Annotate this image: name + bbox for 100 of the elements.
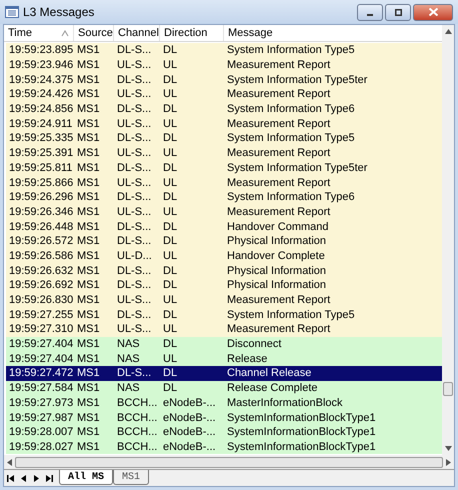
table-row[interactable]: 19:59:25.866 MS1 UL-S... UL Measurement Report	[6, 175, 442, 190]
table-row[interactable]: 19:59:26.586 MS1 UL-D... UL Handover Complete	[6, 248, 442, 264]
table-cell-text: 19:59:27.584	[8, 381, 74, 396]
table-cell-text: 19:59:26.572	[8, 234, 74, 248]
table-row[interactable]: 19:59:27.255 MS1 DL-S... DL System Information Type5	[6, 307, 442, 322]
table-cell-text: DL	[162, 220, 178, 234]
table-cell-text: 19:59:25.391	[8, 146, 74, 160]
table-cell-text: NAS	[116, 352, 141, 366]
table-row[interactable]: 19:59:24.911 MS1 UL-S... UL Measurement Report	[6, 116, 442, 132]
table-cell-text: NAS	[116, 337, 141, 352]
table-row[interactable]: 19:59:24.375 MS1 DL-S... DL System Information Type5ter	[6, 72, 442, 88]
table-cell-text: MS1	[76, 248, 101, 263]
prev-sheet-icon[interactable]	[20, 474, 27, 482]
column-header[interactable]: Direction	[160, 25, 224, 41]
table-row[interactable]: 19:59:27.404 MS1 NAS UL Release	[6, 351, 442, 366]
table-cell-text: MasterInformationBlock	[226, 396, 344, 410]
table-cell-text: Measurement Report	[226, 322, 332, 336]
table-cell-text: MS1	[76, 234, 101, 248]
table-cell-text: SystemInformationBlockType1	[226, 440, 377, 454]
table-cell-text: 19:59:24.426	[8, 87, 74, 102]
table-row[interactable]: 19:59:25.335 MS1 DL-S... DL System Information Type5	[6, 131, 442, 146]
table-row[interactable]: 19:59:27.987 MS1 BCCH... eNodeB-... SystemInformationBlockType1	[6, 410, 442, 425]
scroll-down-icon[interactable]	[444, 446, 452, 451]
table-cell-text: System Information Type5	[226, 43, 356, 58]
column-header[interactable]: Source	[74, 25, 114, 41]
table-cell-text: UL	[162, 176, 178, 190]
table-row[interactable]: 19:59:24.426 MS1 UL-S... UL Measurement Report	[6, 87, 442, 102]
table-cell-text: UL-S...	[116, 146, 152, 160]
table-cell-text: MS1	[76, 440, 101, 454]
table-cell-text: BCCH...	[116, 410, 158, 425]
table-cell-text: DL-S...	[116, 278, 152, 292]
table-row[interactable]: 19:59:25.811 MS1 DL-S... DL System Information Type5ter	[6, 160, 442, 176]
table-row[interactable]: 19:59:26.692 MS1 DL-S... DL Physical Information	[6, 278, 442, 293]
table-row[interactable]: 19:59:27.404 MS1 NAS DL Disconnect	[6, 336, 442, 352]
table-row[interactable]: 19:59:27.472 MS1 DL-S... DL Channel Release	[6, 366, 442, 381]
table-cell-text: MS1	[76, 131, 101, 146]
table-cell-text: Channel Release	[226, 366, 312, 380]
table-cell-text: MS1	[76, 425, 101, 440]
table-cell-text: MS1	[76, 396, 101, 410]
table-cell-text: Physical Information	[226, 278, 328, 292]
table-cell-text: UL-S...	[116, 204, 152, 219]
table-row[interactable]: 19:59:26.830 MS1 UL-S... UL Measurement Report	[6, 292, 442, 308]
table-row[interactable]: 19:59:23.946 MS1 UL-S... UL Measurement Report	[6, 58, 442, 72]
table-cell-text: MS1	[76, 308, 101, 322]
vertical-scrollbar[interactable]	[442, 25, 454, 455]
table-cell-text: System Information Type6	[226, 190, 356, 204]
table-row[interactable]: 19:59:27.310 MS1 UL-S... UL Measurement Report	[6, 322, 442, 337]
table-cell-text: Handover Complete	[226, 248, 326, 263]
table-cell-text: BCCH...	[116, 396, 158, 410]
table-row[interactable]: 19:59:26.632 MS1 DL-S... DL Physical Information	[6, 263, 442, 278]
table-cell-text: eNodeB-...	[162, 410, 217, 425]
table-cell-text: UL-S...	[116, 58, 152, 72]
table-cell-text: MS1	[76, 43, 101, 58]
table-cell-text: Release Complete	[226, 381, 318, 396]
table-cell-text: DL-S...	[116, 264, 152, 278]
table-cell-text: 19:59:23.895	[8, 43, 74, 58]
scroll-left-icon[interactable]	[7, 458, 12, 466]
table-row[interactable]: 19:59:26.572 MS1 DL-S... DL Physical Information	[6, 234, 442, 249]
column-header[interactable]: Channel	[114, 25, 160, 41]
table-cell-text: 19:59:28.027	[8, 440, 74, 454]
sheet-tab[interactable]: All MS	[59, 470, 114, 484]
table-row[interactable]: 19:59:26.448 MS1 DL-S... DL Handover Command	[6, 219, 442, 234]
scroll-up-icon[interactable]	[444, 29, 452, 34]
table-cell-text: eNodeB-...	[162, 425, 217, 440]
table-row[interactable]: 19:59:27.584 MS1 NAS DL Release Complete	[6, 380, 442, 396]
table-row[interactable]: 19:59:28.027 MS1 BCCH... eNodeB-... SystemInformationBlockType1	[6, 440, 442, 454]
table-cell-text: DL	[162, 264, 178, 278]
horizontal-scrollbar[interactable]	[4, 455, 454, 469]
close-button[interactable]	[413, 4, 453, 20]
minimize-button[interactable]	[357, 4, 383, 20]
table-row[interactable]: 19:59:26.296 MS1 DL-S... DL System Information Type6	[6, 190, 442, 205]
sheet-tab[interactable]: MS1	[113, 470, 150, 484]
table-cell-text: DL-S...	[116, 308, 152, 322]
window-title: L3 Messages	[23, 4, 94, 21]
table-cell-text: MS1	[76, 190, 101, 204]
first-sheet-icon[interactable]	[7, 474, 14, 482]
table-cell-text: UL	[162, 87, 178, 102]
table-cell-text: 19:59:26.830	[8, 293, 74, 308]
table-cell-text: Measurement Report	[226, 204, 332, 219]
last-sheet-icon[interactable]	[46, 474, 53, 482]
table-cell-text: MS1	[76, 116, 101, 131]
next-sheet-icon[interactable]	[33, 474, 40, 482]
table-cell-text: UL-S...	[116, 176, 152, 190]
maximize-button[interactable]	[385, 4, 411, 20]
scrollbar-thumb[interactable]	[15, 456, 443, 468]
table-row[interactable]: 19:59:23.895 MS1 DL-S... DL System Information Type5	[6, 43, 442, 58]
table-row[interactable]: 19:59:27.973 MS1 BCCH... eNodeB-... MasterInformationBlock	[6, 396, 442, 410]
table-row[interactable]: 19:59:28.007 MS1 BCCH... eNodeB-... SystemInformationBlockType1	[6, 424, 442, 440]
table-cell-text: DL	[162, 102, 178, 116]
table-row[interactable]: 19:59:26.346 MS1 UL-S... UL Measurement Report	[6, 204, 442, 220]
column-header[interactable]: Time	[4, 25, 74, 41]
table-cell-text: UL-S...	[116, 293, 152, 308]
table-cell-text: 19:59:26.448	[8, 220, 74, 234]
table-cell-text: DL	[162, 43, 178, 58]
scroll-right-icon[interactable]	[446, 458, 451, 466]
table-cell-text: 19:59:26.346	[8, 204, 74, 219]
scrollbar-thumb[interactable]	[443, 382, 453, 396]
table-row[interactable]: 19:59:25.391 MS1 UL-S... UL Measurement Report	[6, 146, 442, 160]
table-cell-text: DL-S...	[116, 43, 152, 58]
table-row[interactable]: 19:59:24.856 MS1 DL-S... DL System Information Type6	[6, 102, 442, 116]
